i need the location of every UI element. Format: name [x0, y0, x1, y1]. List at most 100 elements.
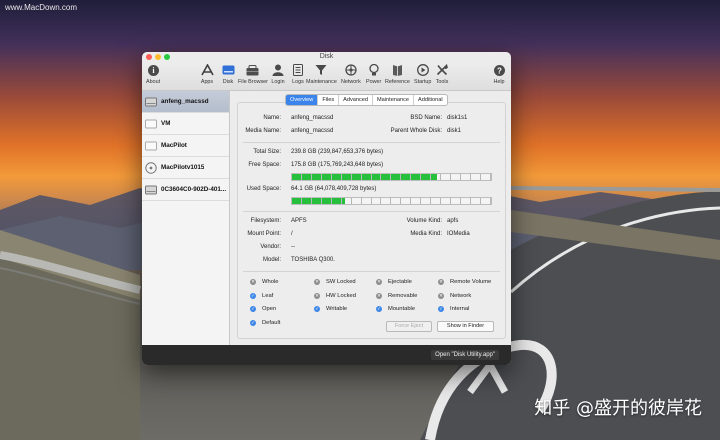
free-space-segment	[361, 174, 372, 180]
flag-hw-locked: ✕ HW Locked	[314, 292, 356, 299]
cross-icon: ✕	[376, 279, 382, 285]
close-button[interactable]	[146, 54, 152, 60]
overview-panel: Name: anfeng_macssd Media Name: anfeng_m…	[237, 102, 506, 339]
force-eject-button[interactable]: Force Eject	[386, 321, 432, 332]
toolbar-reference-button[interactable]: Reference	[385, 63, 410, 85]
info-icon: i	[146, 63, 160, 77]
free-space-bar	[291, 173, 492, 181]
used-space-segment	[321, 198, 332, 204]
free-space-segment	[470, 174, 481, 180]
name-label: Name:	[263, 115, 281, 121]
sidebar-item-label: anfeng_macssd	[161, 98, 209, 105]
cross-icon: ✕	[314, 292, 320, 299]
flag-label: SW Locked	[326, 279, 356, 285]
zoom-button[interactable]	[164, 54, 170, 60]
flag-internal: ✓ Internal	[438, 306, 469, 312]
flag-label: Whole	[262, 279, 279, 285]
flag-removable: ✕ Removable	[376, 292, 418, 299]
flag-label: Removable	[388, 292, 418, 299]
sidebar-item-vm[interactable]: VM	[142, 113, 229, 135]
toolbar-maintenance-button[interactable]: Maintenance	[306, 63, 337, 85]
free-space-segment	[311, 174, 322, 180]
used-space-segment	[460, 198, 471, 204]
divider	[243, 142, 500, 143]
bsd-name-value: disk1s1	[447, 115, 468, 121]
free-space-segment	[431, 174, 442, 180]
toolbar-label: Startup	[414, 79, 432, 85]
toolbar-apps-button[interactable]: Apps	[200, 63, 214, 85]
model-value: TOSHIBA Q300.	[291, 257, 335, 263]
tab-overview[interactable]: Overview	[286, 95, 319, 105]
help-icon: ?	[492, 63, 506, 77]
vendor-label: Vendor:	[260, 244, 281, 250]
flag-remote-volume: ✕ Remote Volume	[438, 279, 491, 285]
used-space-segment	[401, 198, 412, 204]
toolbar-power-button[interactable]: Power	[366, 63, 381, 85]
free-space-segment	[460, 174, 471, 180]
used-space-label: Used Space:	[246, 186, 281, 192]
free-space-segment	[292, 174, 302, 180]
used-space-segment	[311, 198, 322, 204]
sidebar-item-anfeng-macssd[interactable]: anfeng_macssd	[142, 91, 229, 113]
open-disk-utility-button[interactable]: Open "Disk Utility.app"	[431, 350, 499, 360]
flag-label: Open	[262, 306, 277, 312]
tab-maintenance[interactable]: Maintenance	[373, 95, 415, 105]
divider	[243, 271, 500, 272]
vendor-value: --	[291, 244, 295, 250]
sidebar-item-macpilotv1015[interactable]: MacPilotv1015	[142, 157, 229, 179]
tab-additional[interactable]: Additional	[414, 95, 447, 105]
window-title: Disk	[319, 53, 334, 60]
toolbar-label: Power	[366, 79, 382, 85]
sidebar-item-macpilot[interactable]: MacPilot	[142, 135, 229, 157]
used-space-segment	[381, 198, 392, 204]
parent-disk-value: disk1	[447, 128, 462, 134]
toolbar-network-button[interactable]: Network	[341, 63, 361, 85]
tab-bar: Overview Files Advanced Maintenance Addi…	[285, 94, 448, 106]
used-space-segment	[421, 198, 432, 204]
flag-label: Mountable	[388, 306, 416, 312]
toolbar-startup-button[interactable]: Startup	[414, 63, 431, 85]
toolbar-login-button[interactable]: Login	[271, 63, 285, 85]
check-icon: ✓	[250, 306, 256, 312]
tab-advanced[interactable]: Advanced	[339, 95, 374, 105]
user-icon	[271, 63, 285, 77]
used-space-segment	[391, 198, 402, 204]
sidebar-item-uuid-volume[interactable]: 0C3604C0-902D-401...	[142, 179, 229, 201]
used-space-segment	[292, 198, 302, 204]
toolbar-label: About	[146, 79, 161, 85]
cross-icon: ✕	[314, 279, 320, 285]
flag-mountable: ✓ Mountable	[376, 306, 415, 312]
used-space-segment	[331, 198, 342, 204]
toolbar-logs-button[interactable]: Logs	[291, 63, 305, 85]
disk-icon	[221, 63, 235, 77]
name-value: anfeng_macssd	[291, 115, 334, 121]
toolbar-label: Help	[493, 79, 505, 85]
show-in-finder-button[interactable]: Show in Finder	[437, 321, 494, 332]
free-space-segment	[451, 174, 461, 180]
toolbar-tools-button[interactable]: Tools	[435, 63, 449, 85]
sidebar-item-label: MacPilot	[161, 142, 187, 149]
watermark-top: www.MacDown.com	[5, 3, 78, 12]
toolbar-help-button[interactable]: ? Help	[492, 63, 506, 85]
flag-label: Remote Volume	[450, 279, 492, 285]
minimize-button[interactable]	[155, 54, 161, 60]
toolbar-file-browser-button[interactable]: File Browser	[238, 63, 268, 85]
toolbar-label: Apps	[200, 79, 214, 85]
used-space-segment	[351, 198, 362, 204]
toolbar-about-button[interactable]: i About	[146, 63, 160, 85]
free-space-segment	[401, 174, 412, 180]
free-space-label: Free Space:	[248, 162, 281, 168]
toolbar-label: Logs	[292, 79, 304, 85]
flag-leaf: ✓ Leaf	[250, 292, 273, 299]
used-space-segment	[480, 198, 491, 204]
volume-icon	[145, 141, 157, 150]
free-space-segment	[441, 174, 451, 180]
tab-files[interactable]: Files	[318, 95, 340, 105]
free-space-segment	[371, 174, 382, 180]
hard-drive-icon	[145, 97, 157, 106]
toolbar-disk-button[interactable]: Disk	[221, 63, 235, 85]
toolbar-label: Network	[341, 79, 361, 85]
toolbar-label: File Browser	[238, 79, 268, 85]
title-bar: Disk	[142, 52, 511, 62]
lightbulb-icon	[367, 63, 381, 77]
